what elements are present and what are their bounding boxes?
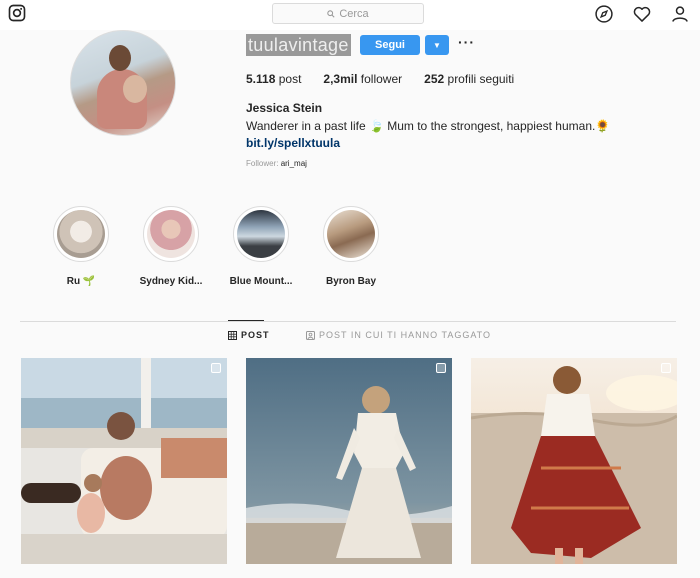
profile-username: tuulavintage bbox=[246, 34, 351, 56]
tab-tagged[interactable]: POST IN CUI TI HANNO TAGGATO bbox=[306, 330, 491, 340]
highlight-item[interactable]: Ru 🌱 bbox=[36, 206, 126, 287]
multiple-photos-icon bbox=[211, 363, 221, 373]
instagram-logo-icon[interactable] bbox=[8, 4, 26, 22]
profile-page: tuulavintage Segui ▼ ··· 5.118 post 2,3m… bbox=[0, 30, 700, 578]
followed-by-text: Follower: ari_maj bbox=[246, 159, 307, 168]
compass-icon[interactable] bbox=[594, 4, 614, 24]
followed-by-user-link[interactable]: ari_maj bbox=[281, 159, 307, 168]
multiple-photos-icon bbox=[436, 363, 446, 373]
profile-stats: 5.118 post 2,3mil follower 252 profili s… bbox=[246, 72, 536, 86]
tabs-divider bbox=[20, 321, 676, 322]
follow-button[interactable]: Segui bbox=[360, 35, 420, 55]
profile-website-link[interactable]: bit.ly/spellxtuula bbox=[246, 136, 340, 150]
search-icon bbox=[327, 9, 335, 18]
more-options-button[interactable]: ··· bbox=[458, 34, 475, 50]
highlight-item[interactable]: Blue Mount... bbox=[216, 206, 306, 287]
grid-icon bbox=[228, 330, 237, 340]
multiple-photos-icon bbox=[661, 363, 671, 373]
top-navigation-bar: Cerca bbox=[0, 0, 700, 30]
search-input[interactable]: Cerca bbox=[272, 3, 424, 24]
active-tab-indicator bbox=[228, 320, 264, 321]
highlight-item[interactable]: Sydney Kid... bbox=[126, 206, 216, 287]
post-image-desert-red-skirt bbox=[471, 358, 677, 564]
post-thumbnail[interactable] bbox=[246, 358, 452, 564]
followers-stat[interactable]: 2,3mil follower bbox=[323, 72, 402, 86]
post-image-living-room bbox=[21, 358, 227, 564]
profile-bio: Wanderer in a past life 🍃 Mum to the str… bbox=[246, 119, 611, 133]
post-thumbnail[interactable] bbox=[471, 358, 677, 564]
profile-full-name: Jessica Stein bbox=[246, 101, 323, 115]
tab-posts[interactable]: POST bbox=[228, 330, 270, 340]
tagged-user-icon bbox=[306, 330, 315, 340]
posts-count-stat: 5.118 post bbox=[246, 72, 302, 86]
post-image-beach-white-dress bbox=[246, 358, 452, 564]
highlight-item[interactable]: Byron Bay bbox=[306, 206, 396, 287]
caret-down-icon: ▼ bbox=[433, 40, 441, 50]
following-stat[interactable]: 252 profili seguiti bbox=[424, 72, 514, 86]
search-placeholder: Cerca bbox=[339, 7, 369, 20]
profile-avatar[interactable] bbox=[70, 30, 176, 136]
heart-icon[interactable] bbox=[632, 4, 652, 24]
suggestions-dropdown-button[interactable]: ▼ bbox=[425, 35, 449, 55]
story-highlights: Ru 🌱 Sydney Kid... Blue Mount... Byron B… bbox=[36, 206, 396, 287]
post-thumbnail[interactable] bbox=[21, 358, 227, 564]
profile-icon[interactable] bbox=[670, 4, 690, 24]
